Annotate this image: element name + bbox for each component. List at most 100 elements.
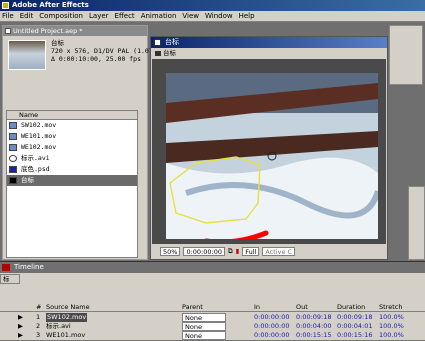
table-row[interactable]: ▶ 1 SW102.mov None 0:00:00:00 0:00:09:18…: [0, 313, 425, 322]
table-row[interactable]: ▶ 3 WE101.mov None 0:00:00:00 0:00:15:15…: [0, 331, 425, 340]
right-tools-panel: [389, 25, 423, 85]
layer-source[interactable]: WE101.mov: [46, 331, 85, 340]
header-parent[interactable]: Parent: [182, 303, 203, 312]
after-effects-icon: [2, 2, 9, 9]
layer-duration[interactable]: 0:00:15:16: [337, 331, 373, 340]
zoom-dropdown[interactable]: 50%: [160, 246, 181, 256]
timeline-title: Timeline: [14, 263, 44, 271]
table-row[interactable]: ▶ 2 标示.avi None 0:00:00:00 0:00:04:00 0:…: [0, 322, 425, 331]
timeline-controls: [0, 290, 425, 302]
menu-effect[interactable]: Effect: [115, 12, 135, 20]
list-item-selected[interactable]: 台标: [7, 175, 139, 186]
project-icon: [5, 28, 11, 34]
list-item[interactable]: 底色.psd: [7, 164, 139, 175]
item-label: SW102.mov: [21, 121, 57, 129]
footage-frame[interactable]: [166, 73, 378, 239]
expand-arrow-icon[interactable]: ▶: [18, 322, 23, 331]
layer-in[interactable]: 0:00:00:00: [254, 331, 290, 340]
movie-file-icon: [9, 144, 17, 151]
comp-toolbar: 50% 0:00:00:00 ⧉ ▮ Full Active C: [152, 245, 386, 257]
menu-layer[interactable]: Layer: [89, 12, 109, 20]
layer-in[interactable]: 0:00:00:00: [254, 313, 290, 322]
item-label: 底色.psd: [21, 165, 50, 173]
parent-dropdown[interactable]: None: [182, 313, 226, 322]
layer-duration[interactable]: 0:00:09:18: [337, 313, 373, 322]
menu-view[interactable]: View: [182, 12, 199, 20]
menu-bar: File Edit Composition Layer Effect Anima…: [0, 11, 425, 22]
menu-window[interactable]: Window: [205, 12, 233, 20]
comp-info-name: 台标: [51, 39, 64, 47]
project-panel: Untitled Project.aep * 台标 720 x 576, D1/…: [2, 25, 153, 260]
list-item[interactable]: 标示.avi: [7, 153, 139, 164]
header-duration[interactable]: Duration: [337, 303, 365, 312]
timeline-header[interactable]: Timeline: [0, 262, 425, 273]
header-stretch[interactable]: Stretch: [379, 303, 402, 312]
app-title: Adobe After Effects: [12, 1, 89, 9]
layer-out[interactable]: 0:00:15:15: [296, 331, 332, 340]
list-item[interactable]: SW102.mov: [7, 120, 139, 131]
header-num[interactable]: #: [36, 303, 41, 312]
menu-file[interactable]: File: [2, 12, 14, 20]
avi-file-icon: [9, 155, 17, 162]
comp-thumbnail: [8, 40, 46, 70]
layer-out[interactable]: 0:00:04:00: [296, 322, 332, 331]
header-out[interactable]: Out: [296, 303, 308, 312]
list-item[interactable]: WE101.mov: [7, 131, 139, 142]
color-channels-icon[interactable]: ▮: [236, 247, 240, 255]
project-item-list: Name SW102.mov WE101.mov WE102.mov 标示.av…: [6, 110, 140, 258]
layer-stretch[interactable]: 100.0%: [379, 322, 404, 331]
comp-window-icon: [154, 39, 161, 46]
menu-help[interactable]: Help: [239, 12, 255, 20]
composition-icon: [9, 177, 17, 184]
layer-stretch[interactable]: 100.0%: [379, 331, 404, 340]
movie-file-icon: [9, 133, 17, 140]
timeline-tab[interactable]: 标: [0, 274, 20, 284]
name-column-header[interactable]: Name: [7, 111, 139, 120]
comp-info-size: 720 x 576, D1/DV PAL (1.07: [51, 47, 153, 55]
app-titlebar: Adobe After Effects: [0, 0, 425, 11]
camera-dropdown[interactable]: Active C: [262, 246, 296, 256]
layer-source[interactable]: SW102.mov: [46, 313, 88, 322]
header-source[interactable]: Source Name: [46, 303, 90, 312]
comp-window-title: 台标: [165, 38, 179, 46]
project-scrollbar[interactable]: [137, 110, 145, 258]
item-label: 台标: [21, 176, 34, 184]
layer-num: 2: [36, 322, 41, 330]
layer-num: 3: [36, 331, 41, 339]
expand-arrow-icon[interactable]: ▶: [18, 331, 23, 340]
project-title: Untitled Project.aep *: [13, 27, 83, 35]
parent-dropdown[interactable]: None: [182, 331, 226, 340]
composition-window: 台标 台标 50% 0:00:00:00 ⧉ ▮ Full Active C: [150, 36, 388, 260]
timecode-field[interactable]: 0:00:00:00: [183, 246, 225, 256]
header-in[interactable]: In: [254, 303, 260, 312]
item-label: WE102.mov: [21, 143, 57, 151]
project-panel-header[interactable]: Untitled Project.aep *: [3, 26, 147, 36]
menu-edit[interactable]: Edit: [20, 12, 34, 20]
item-label: 标示.avi: [21, 154, 50, 162]
resolution-dropdown[interactable]: Full: [242, 246, 260, 256]
layer-in[interactable]: 0:00:00:00: [254, 322, 290, 331]
layer-duration[interactable]: 0:00:04:01: [337, 322, 373, 331]
layer-stretch[interactable]: 100.0%: [379, 313, 404, 322]
menu-composition[interactable]: Composition: [39, 12, 83, 20]
comp-tab[interactable]: 台标: [153, 49, 193, 58]
item-label: WE101.mov: [21, 132, 57, 140]
menu-animation[interactable]: Animation: [141, 12, 177, 20]
snapshot-icon[interactable]: ⧉: [228, 247, 233, 256]
movie-file-icon: [9, 122, 17, 129]
comp-viewer[interactable]: [152, 59, 386, 244]
comp-info-duration: Δ 0:00:10:00, 25.00 fps: [51, 55, 142, 63]
comp-window-titlebar[interactable]: 台标: [151, 37, 387, 48]
right-info-panel: [408, 186, 425, 260]
comp-tab-label: 台标: [163, 49, 176, 57]
expand-arrow-icon[interactable]: ▶: [18, 313, 23, 322]
layer-num: 1: [36, 313, 41, 321]
layer-out[interactable]: 0:00:09:18: [296, 313, 332, 322]
footage-image: [166, 73, 378, 239]
list-item[interactable]: WE102.mov: [7, 142, 139, 153]
close-icon[interactable]: [2, 264, 10, 271]
timeline-column-headers: # Source Name Parent In Out Duration Str…: [0, 303, 425, 312]
parent-dropdown[interactable]: None: [182, 322, 226, 331]
psd-file-icon: [9, 166, 17, 173]
layer-source[interactable]: 标示.avi: [46, 322, 71, 331]
